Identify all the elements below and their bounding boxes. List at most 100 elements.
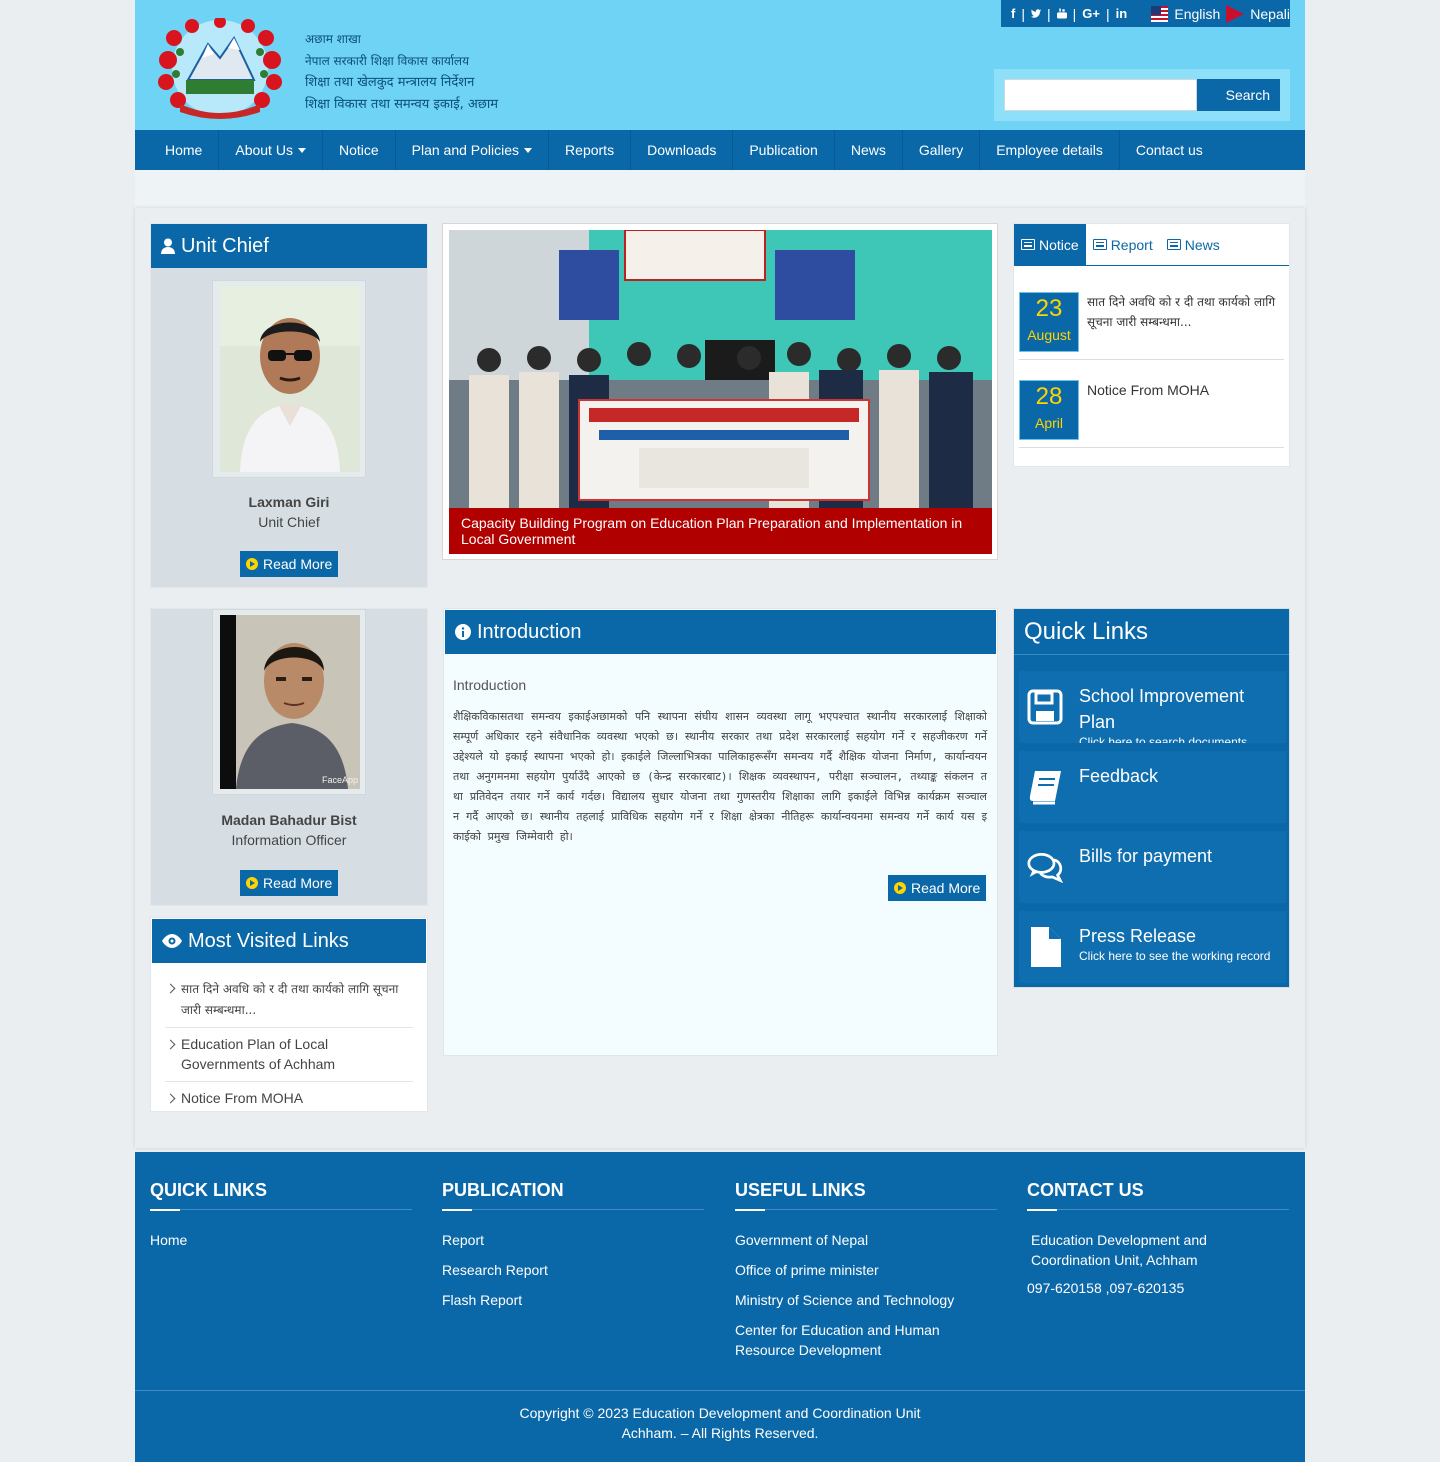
quick-link-bills-for-payment[interactable]: Bills for payment [1019, 831, 1286, 903]
slide-photo[interactable] [449, 230, 992, 510]
heading-accent [442, 1209, 472, 1211]
quick-links-header: Quick Links [1014, 609, 1289, 655]
tab-label: Report [1110, 236, 1153, 253]
nav-home[interactable]: Home [149, 130, 220, 170]
button-label: Read More [263, 556, 333, 572]
youtube-icon[interactable] [1056, 7, 1067, 20]
footer-link-home[interactable]: Home [150, 1230, 412, 1250]
google-plus-icon[interactable]: G+ [1082, 6, 1100, 21]
search-button[interactable]: Search [1197, 79, 1280, 111]
nav-label: Downloads [647, 142, 717, 158]
nav-notice[interactable]: Notice [323, 130, 396, 170]
footer-link-research-report[interactable]: Research Report [442, 1260, 704, 1280]
notice-title-link[interactable]: Notice From MOHA [1087, 380, 1287, 400]
notice-title-link[interactable]: सात दिने अवधि को र दी तथा कार्यको लागि स… [1087, 292, 1287, 332]
nav-label: Gallery [918, 142, 964, 158]
nav-news[interactable]: News [835, 130, 903, 170]
book-icon [1029, 771, 1061, 805]
most-visited-link[interactable]: सात दिने अवधि को र दी तथा कार्यको लागि स… [165, 978, 413, 1028]
quick-link-school-improvement-plan[interactable]: School Improvement Plan Click here to se… [1019, 671, 1286, 743]
unit-chief-name: Laxman Giri [248, 494, 330, 510]
unit-chief-photo-frame [212, 280, 366, 478]
nav-publication[interactable]: Publication [733, 130, 835, 170]
linkedin-icon[interactable]: in [1116, 6, 1128, 21]
introduction-subtitle: Introduction [453, 677, 527, 693]
quick-link-feedback[interactable]: Feedback [1019, 751, 1286, 823]
nav-plan-and-policies[interactable]: Plan and Policies [396, 130, 550, 170]
officer-name: Madan Bahadur Bist [221, 812, 357, 828]
gov-line-2: नेपाल सरकारी शिक्षा विकास कार्यालय [305, 54, 470, 68]
notice-date-badge: 28 April [1019, 380, 1079, 440]
footer-link-flash-report[interactable]: Flash Report [442, 1290, 704, 1310]
caret-down-icon [524, 147, 533, 153]
slide-caption: Capacity Building Program on Education P… [449, 508, 992, 554]
eye-icon [162, 934, 182, 948]
nav-contact-us[interactable]: Contact us [1120, 130, 1219, 170]
nav-reports[interactable]: Reports [549, 130, 632, 170]
footer-link-report[interactable]: Report [442, 1230, 704, 1250]
officer-photo[interactable]: FaceApp [220, 615, 360, 789]
most-visited-link[interactable]: Notice From MOHA [165, 1088, 413, 1115]
nav-employee-details[interactable]: Employee details [980, 130, 1120, 170]
panel-title: Most Visited Links [188, 929, 349, 952]
tab-label: Notice [1039, 236, 1079, 253]
save-icon [1027, 689, 1063, 725]
file-icon [1031, 927, 1061, 967]
twitter-icon[interactable] [1030, 8, 1041, 19]
nav-gallery[interactable]: Gallery [903, 130, 981, 170]
language-english-link[interactable]: English [1174, 6, 1220, 22]
panel-title: Unit Chief [181, 234, 269, 257]
quick-link-subtitle: Click here to see the working record [1079, 949, 1271, 963]
notice-tabs-panel: Notice Report News 23 August सात दिने अव… [1013, 223, 1290, 467]
copyright-text: Copyright © 2023 Education Development a… [519, 1405, 921, 1441]
main-navigation: Home About Us Notice Plan and Policies R… [135, 130, 1305, 170]
footer-link-office-of-prime-minister[interactable]: Office of prime minister [735, 1260, 997, 1280]
footer-link-cehrd[interactable]: Center for Education and Human Resource … [735, 1320, 997, 1360]
nav-label: Employee details [996, 142, 1103, 158]
nav-about-us[interactable]: About Us [219, 130, 323, 170]
unit-chief-read-more-button[interactable]: Read More [240, 551, 339, 577]
quick-link-title: Bills for payment [1079, 846, 1213, 866]
quick-link-title: Press Release [1079, 926, 1197, 946]
nepal-emblem-logo[interactable] [150, 18, 290, 120]
nav-label: Reports [565, 142, 615, 158]
quick-link-press-release[interactable]: Press Release Click here to see the work… [1019, 911, 1286, 983]
footer-link-ministry-of-science[interactable]: Ministry of Science and Technology [735, 1290, 997, 1310]
footer-useful-links: USEFUL LINKS Government of Nepal Office … [735, 1180, 997, 1370]
most-visited-links-panel: Most Visited Links सात दिने अवधि को र दी… [150, 917, 428, 1112]
facebook-icon[interactable]: f [1011, 6, 1015, 21]
site-footer: QUICK LINKS Home PUBLICATION Report Rese… [135, 1152, 1305, 1462]
link-label: Education Plan of Local Governments of A… [181, 1036, 336, 1072]
image-slider[interactable]: Capacity Building Program on Education P… [442, 223, 998, 560]
gov-line-4: शिक्षा विकास तथा समन्वय इकाई, अछाम [305, 97, 499, 112]
gov-line-1: अछाम शाखा [305, 32, 361, 46]
footer-link-government-of-nepal[interactable]: Government of Nepal [735, 1230, 997, 1250]
language-nepali-link[interactable]: Nepali [1250, 6, 1290, 22]
quick-link-title: School Improvement Plan [1079, 686, 1245, 732]
notice-day: 28 [1035, 383, 1063, 410]
officer-read-more-button[interactable]: Read More [240, 870, 339, 896]
tab-news[interactable]: News [1160, 224, 1227, 265]
tab-notice[interactable]: Notice [1014, 224, 1086, 265]
introduction-panel: Introduction Introduction शैक्षिकविकासतथ… [443, 608, 998, 1056]
main-content: Unit Chief Laxman Giri Unit Chief Read M… [135, 208, 1305, 1148]
notice-date-badge: 23 August [1019, 292, 1079, 352]
search-form: Search [994, 69, 1290, 121]
notice-item[interactable]: 28 April Notice From MOHA [1019, 380, 1284, 448]
officer-role: Information Officer [231, 832, 347, 848]
nav-downloads[interactable]: Downloads [631, 130, 734, 170]
tab-report[interactable]: Report [1086, 224, 1160, 265]
search-input[interactable] [1004, 79, 1197, 111]
contact-address: Education Development and Coordination U… [1031, 1232, 1207, 1268]
unit-chief-panel: Unit Chief Laxman Giri Unit Chief Read M… [150, 223, 428, 588]
introduction-header: Introduction [445, 610, 996, 654]
unit-chief-photo[interactable] [220, 286, 360, 472]
us-flag-icon [1151, 5, 1169, 22]
footer-heading: USEFUL LINKS [735, 1180, 997, 1210]
notice-item[interactable]: 23 August सात दिने अवधि को र दी तथा कार्… [1019, 292, 1284, 360]
play-circle-icon [246, 877, 258, 889]
introduction-read-more-button[interactable]: Read More [888, 875, 987, 901]
unit-chief-role: Unit Chief [258, 514, 320, 530]
quick-link-title: Feedback [1079, 766, 1159, 786]
most-visited-link[interactable]: Education Plan of Local Governments of A… [165, 1034, 413, 1082]
